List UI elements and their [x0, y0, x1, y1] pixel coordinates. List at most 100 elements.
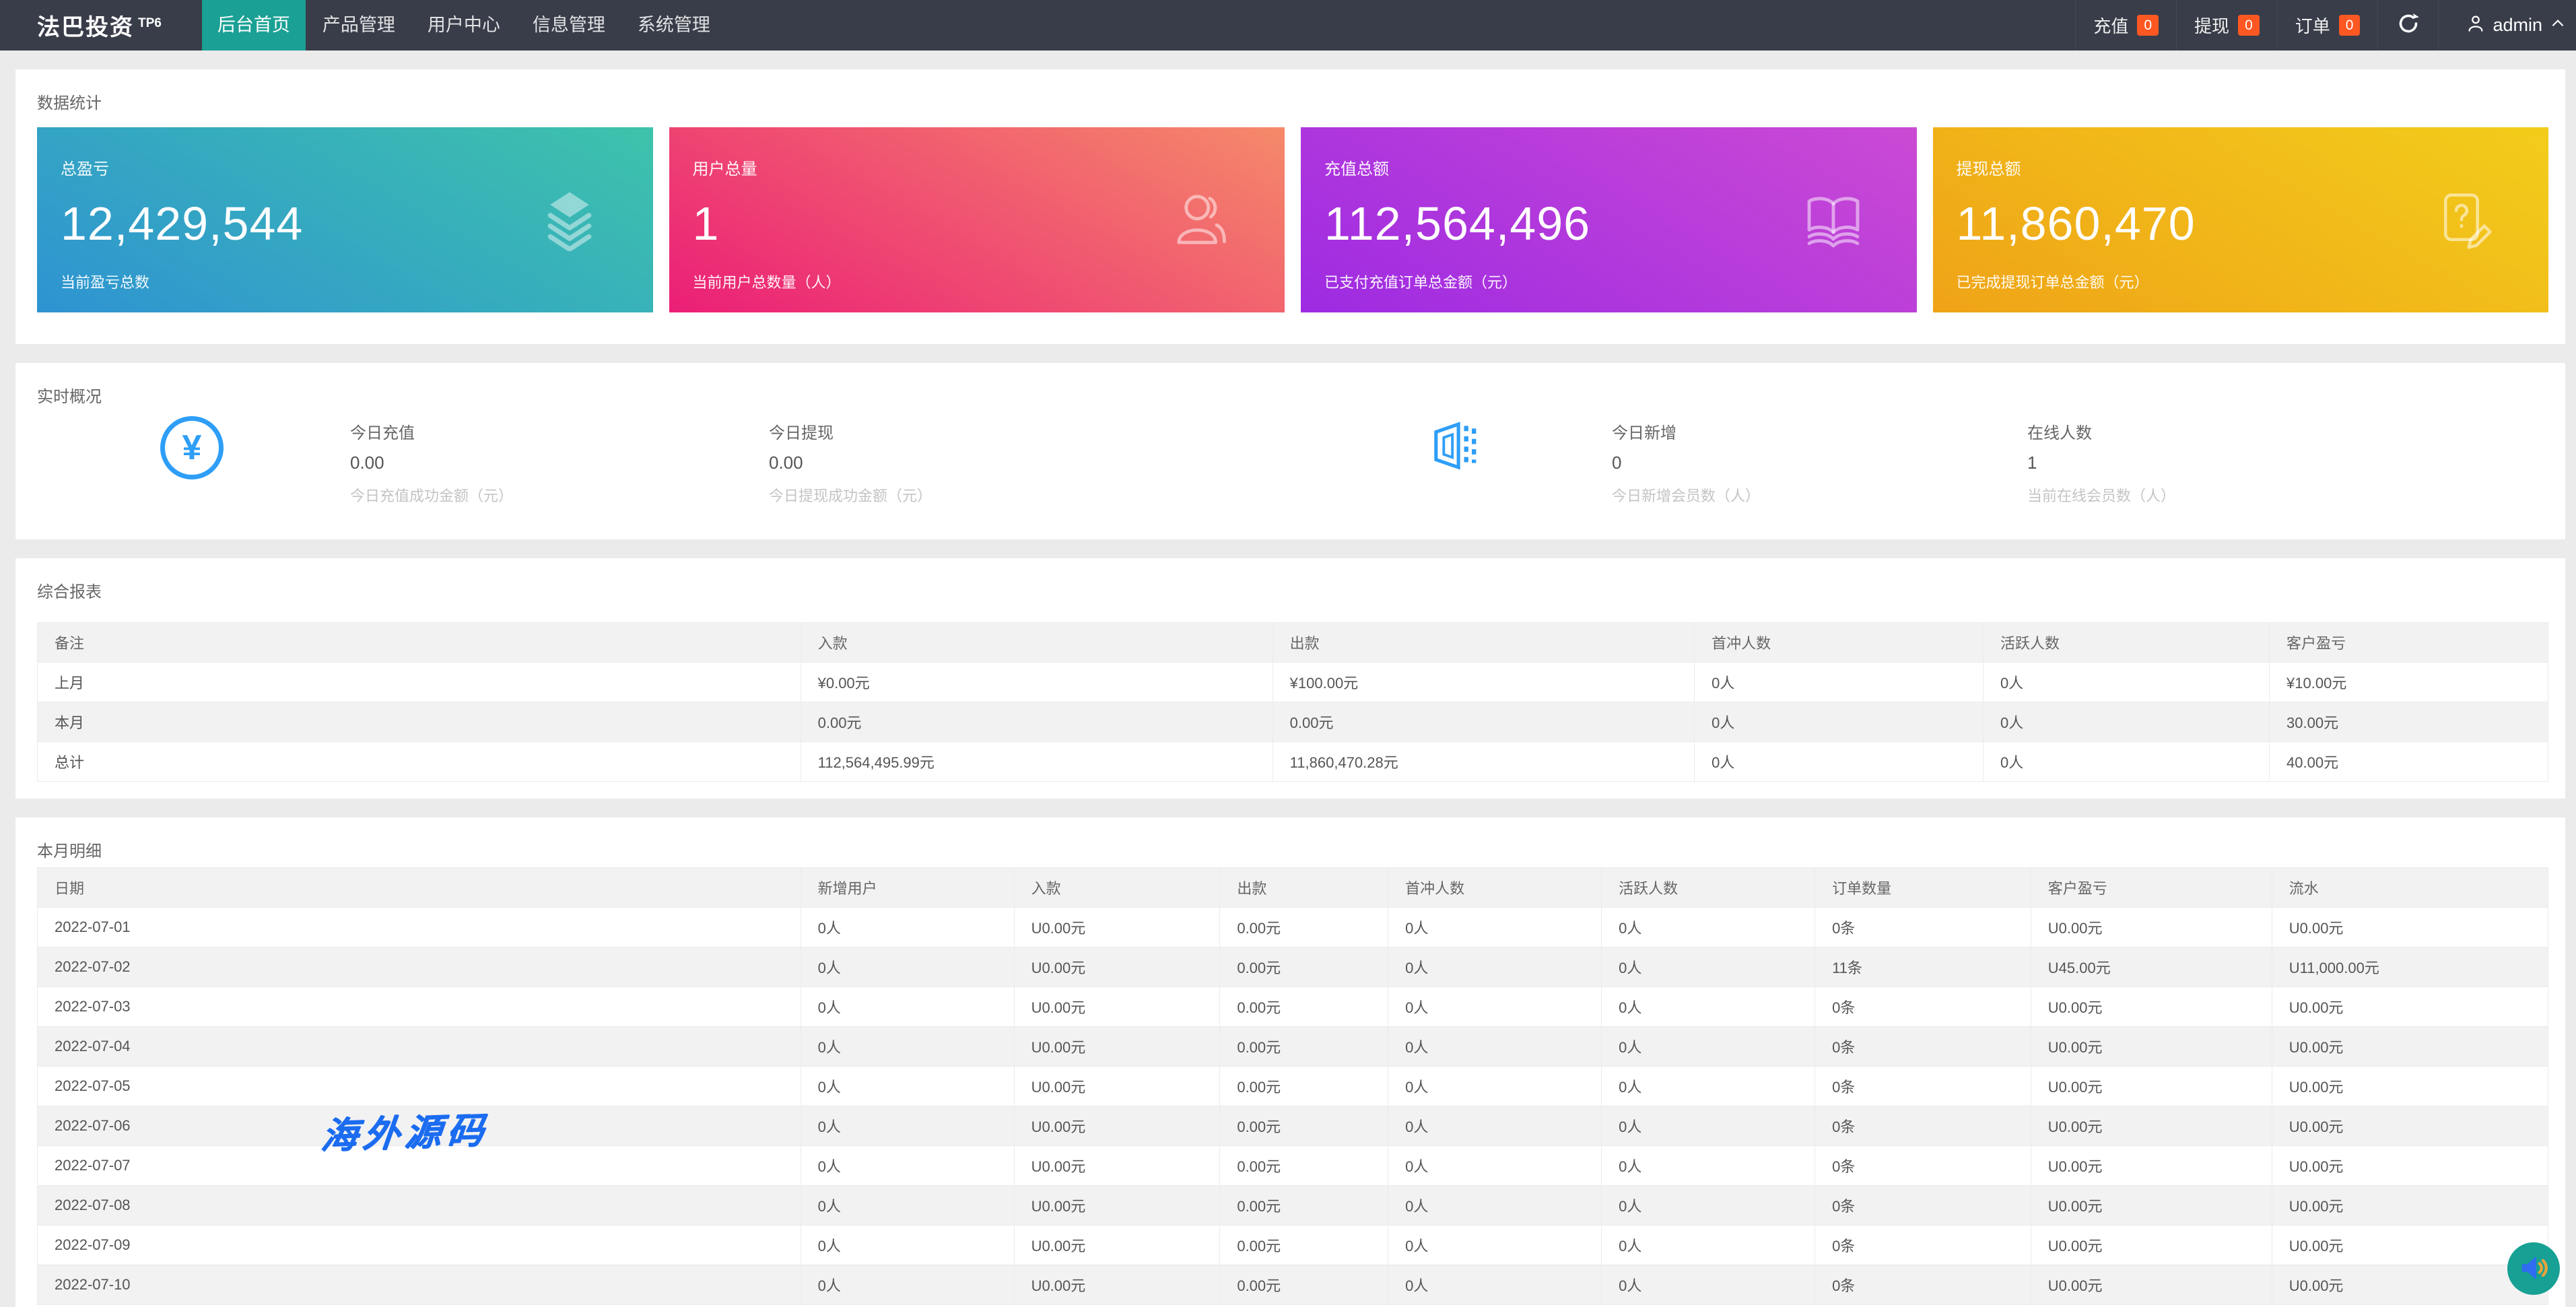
stat-cards: 总盈亏 12,429,544 当前盈亏总数 用户总量 1 当前用户总数量（人） 充值总额…	[37, 127, 2548, 312]
table-cell: U0.00元	[2271, 1106, 2549, 1146]
column-header: 活跃人数	[1982, 622, 2270, 663]
table-cell: 0人	[1601, 1026, 1816, 1067]
table-cell: 0条	[1815, 1145, 2031, 1186]
table-cell: U0.00元	[2271, 1066, 2549, 1106]
table-cell: 0人	[1601, 1066, 1816, 1106]
table-cell: 0人	[1601, 1225, 1816, 1265]
table-cell: U0.00元	[2271, 1225, 2549, 1265]
table-cell: 0人	[1982, 662, 2270, 702]
stat-card-label: 充值总额	[1324, 160, 1389, 178]
report-panel-title: 综合报表	[37, 583, 102, 601]
table-cell: 0.00元	[1272, 702, 1695, 742]
table-cell: 上月	[37, 662, 801, 702]
door-icon	[1427, 418, 1483, 477]
metric-caption: 今日新增会员数（人）	[1612, 488, 1761, 504]
table-cell: U0.00元	[1013, 1066, 1221, 1106]
refresh-button[interactable]	[2377, 0, 2438, 51]
table-cell: 本月	[37, 702, 801, 742]
table-cell: 0条	[1815, 1265, 2031, 1305]
table-cell: 0条	[1815, 1106, 2031, 1146]
stat-card-2: 用户总量 1 当前用户总数量（人）	[669, 127, 1285, 312]
table-cell: 0人	[1388, 947, 1602, 987]
table-cell: 0人	[1694, 662, 1984, 702]
table-cell: 0人	[800, 1106, 1015, 1146]
nav-item-2[interactable]: 产品管理	[307, 0, 411, 51]
nav-item-5[interactable]: 系统管理	[622, 0, 726, 51]
quick-counter-3[interactable]: 订单 0	[2276, 0, 2378, 51]
table-cell: U0.00元	[2271, 1026, 2549, 1067]
table-cell: 2022-07-02	[37, 947, 801, 987]
count-badge: 0	[2137, 15, 2159, 36]
table-cell: U0.00元	[2271, 1145, 2549, 1186]
nav-item-3[interactable]: 用户中心	[412, 0, 516, 51]
table-cell: 40.00元	[2269, 741, 2548, 782]
person-icon	[2466, 13, 2486, 37]
table-cell: U0.00元	[1013, 907, 1221, 947]
table-cell: 0人	[1388, 1106, 1602, 1146]
table-cell: 2022-07-03	[37, 986, 801, 1027]
realtime-metric-1: 今日充值 0.00 今日充值成功金额（元）	[350, 420, 513, 506]
table-cell: U45.00元	[2030, 947, 2272, 987]
count-badge: 0	[2338, 15, 2361, 36]
table-cell: 0.00元	[1219, 907, 1389, 947]
sound-toggle-button[interactable]	[2507, 1242, 2560, 1295]
column-header: 订单数量	[1815, 867, 2031, 908]
brand-logo: 法巴投资 TP6	[37, 9, 162, 42]
table-cell: U0.00元	[1013, 986, 1221, 1027]
stat-card-4: 提现总额 11,860,470 已完成提现订单总金额（元）	[1932, 127, 2548, 312]
table-cell: 2022-07-09	[37, 1225, 801, 1265]
table-row: 本月 0.00元 0.00元 0人 0人 30.00元	[37, 702, 2548, 742]
detail-panel-title: 本月明细	[37, 842, 102, 861]
stat-card-label: 用户总量	[692, 160, 757, 178]
table-header-row: 备注 入款 出款 首冲人数 活跃人数 客户盈亏	[37, 622, 2548, 663]
metric-label: 在线人数	[2027, 424, 2092, 442]
table-cell: 2022-07-08	[37, 1185, 801, 1226]
table-cell: 0.00元	[800, 702, 1273, 742]
stats-panel: 数据统计 总盈亏 12,429,544 当前盈亏总数 用户总量 1 当前用户总数量（人）…	[15, 69, 2565, 344]
table-cell: U0.00元	[2271, 986, 2549, 1027]
table-cell: U0.00元	[2271, 1265, 2549, 1305]
table-cell: 0人	[1388, 907, 1602, 947]
table-cell: 30.00元	[2269, 702, 2548, 742]
metric-caption: 今日提现成功金额（元）	[769, 488, 933, 504]
table-cell: U0.00元	[1013, 1106, 1221, 1146]
stat-card-caption: 当前用户总数量（人）	[692, 274, 841, 291]
brand-version: TP6	[138, 15, 162, 30]
table-cell: 0人	[800, 1225, 1015, 1265]
table-cell: 2022-07-05	[37, 1066, 801, 1106]
column-header: 入款	[800, 622, 1273, 663]
table-cell: 0人	[1601, 947, 1816, 987]
nav-item-4[interactable]: 信息管理	[517, 0, 621, 51]
stat-card-caption: 已支付充值订单总金额（元）	[1324, 274, 1518, 291]
table-cell: 0人	[800, 1145, 1015, 1186]
stat-card-label: 总盈亏	[61, 160, 109, 178]
table-cell: 0人	[800, 986, 1015, 1027]
table-row: 2022-07-08 0人 U0.00元 0.00元 0人 0人 0条 U0.00元 U0.00…	[37, 1185, 2549, 1226]
table-cell: U0.00元	[2030, 1066, 2272, 1106]
table-cell: 0条	[1815, 907, 2031, 947]
report-panel: 综合报表 备注 入款 出款 首冲人数 活跃人数 客户盈亏 上月 ¥0.00元 ¥100.00元 0…	[15, 558, 2565, 799]
table-row: 2022-07-05 0人 U0.00元 0.00元 0人 0人 0条 U0.00元 U0.00…	[37, 1066, 2549, 1106]
table-cell: U0.00元	[1013, 1026, 1221, 1067]
table-row: 2022-07-07 0人 U0.00元 0.00元 0人 0人 0条 U0.00元 U0.00…	[37, 1145, 2549, 1186]
quick-counter-2[interactable]: 提现 0	[2176, 0, 2277, 51]
nav-item-1[interactable]: 后台首页	[201, 0, 306, 51]
table-row: 2022-07-06 0人 U0.00元 0.00元 0人 0人 0条 U0.00元 U0.00…	[37, 1106, 2549, 1146]
quick-counter-1[interactable]: 充值 0	[2075, 0, 2176, 51]
table-cell: 0人	[1388, 986, 1602, 1027]
stat-card-caption: 当前盈亏总数	[61, 274, 150, 291]
metric-value: 0.00	[769, 453, 803, 473]
user-menu[interactable]: admin	[2438, 0, 2576, 51]
table-cell: 2022-07-07	[37, 1145, 801, 1186]
table-cell: 0条	[1815, 1026, 2031, 1067]
quick-counter-label: 提现	[2194, 16, 2230, 36]
table-row: 2022-07-03 0人 U0.00元 0.00元 0人 0人 0条 U0.00元 U0.00…	[37, 986, 2549, 1027]
table-cell: 0人	[1388, 1225, 1602, 1265]
table-cell: 0人	[1388, 1185, 1602, 1226]
table-cell: U0.00元	[2030, 1225, 2272, 1265]
realtime-metric-3: 今日新增 0 今日新增会员数（人）	[1612, 420, 1760, 506]
metric-value: 0	[1612, 453, 1622, 473]
table-cell: U0.00元	[1013, 1145, 1221, 1186]
table-cell: 0人	[1982, 741, 2270, 782]
top-navbar: 法巴投资 TP6 后台首页 产品管理 用户中心 信息管理 系统管理 充值 0 提现 0 订单 0 a…	[0, 0, 2576, 51]
